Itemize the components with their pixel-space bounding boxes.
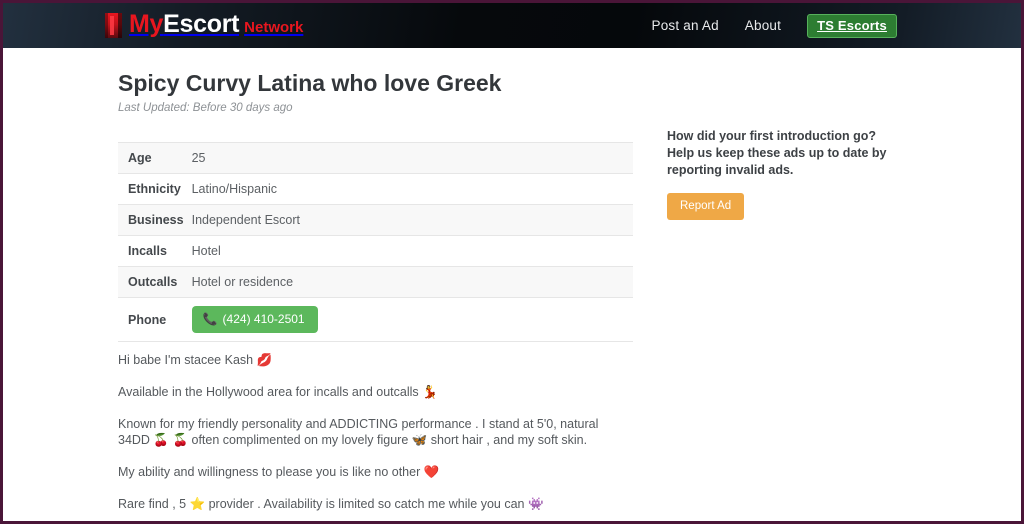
detail-label-incalls: Incalls xyxy=(128,244,167,258)
page-title: Spicy Curvy Latina who love Greek xyxy=(118,70,502,96)
table-row: Ethnicity Latino/Hispanic xyxy=(118,173,633,205)
detail-label-phone: Phone xyxy=(128,312,167,327)
main-nav: Post an Ad About TS Escorts xyxy=(651,13,897,38)
listing-column: Spicy Curvy Latina who love Greek Last U… xyxy=(118,70,633,521)
detail-label-ethnicity: Ethnicity xyxy=(128,182,181,196)
table-row-phone: Phone 📞 (424) 410-2501 xyxy=(118,297,633,342)
detail-value-outcalls: Hotel or residence xyxy=(191,275,294,289)
site-logo[interactable]: MyEscort Network xyxy=(105,3,303,48)
detail-value-business: Independent Escort xyxy=(191,213,301,227)
telephone-icon: 📞 xyxy=(202,312,218,326)
detail-value-age: 25 xyxy=(191,151,206,165)
detail-label-outcalls: Outcalls xyxy=(128,275,178,289)
listing-details-table: Age 25 Ethnicity Latino/Hispanic Busines… xyxy=(118,142,633,342)
description-paragraph: Known for my friendly personality and AD… xyxy=(118,417,599,447)
nav-ts-escorts-button[interactable]: TS Escorts xyxy=(807,13,897,38)
description-paragraph: Available in the Hollywood area for inca… xyxy=(118,385,438,399)
ad-description: Hi babe I'm stacee Kash 💋 Available in t… xyxy=(118,342,633,521)
description-paragraph: My ability and willingness to please you… xyxy=(118,465,440,479)
nav-post-an-ad[interactable]: Post an Ad xyxy=(651,18,718,33)
nav-about[interactable]: About xyxy=(745,18,781,33)
detail-label-business: Business xyxy=(128,213,184,227)
detail-label-age: Age xyxy=(128,151,152,165)
table-row: Outcalls Hotel or residence xyxy=(118,266,633,298)
phone-number-button[interactable]: 📞 (424) 410-2501 xyxy=(191,306,318,333)
last-updated-text: Last Updated: Before 30 days ago xyxy=(118,102,293,114)
phone-number-text: (424) 410-2501 xyxy=(222,312,305,326)
detail-value-phone: 📞 (424) 410-2501 xyxy=(184,298,633,342)
logo-icon xyxy=(105,13,122,38)
table-row: Business Independent Escort xyxy=(118,204,633,236)
site-header: MyEscort Network Post an Ad About TS Esco… xyxy=(3,3,1021,48)
table-row: Age 25 xyxy=(118,142,633,174)
detail-value-ethnicity: Latino/Hispanic xyxy=(191,182,278,196)
description-paragraph: Rare find , 5 ⭐ provider . Availability … xyxy=(118,497,544,511)
brand-wordmark: MyEscort Network xyxy=(129,9,304,40)
content-grid: Spicy Curvy Latina who love Greek Last U… xyxy=(3,70,1021,521)
description-paragraph: Hi babe I'm stacee Kash 💋 xyxy=(118,353,273,367)
brand-escort: Escort xyxy=(163,9,240,38)
table-row: Incalls Hotel xyxy=(118,235,633,267)
brand-network: Network xyxy=(244,18,304,36)
brand-my: My xyxy=(129,9,164,38)
content-area: Spicy Curvy Latina who love Greek Last U… xyxy=(3,48,1021,521)
report-sidebar: How did your first introduction go? Help… xyxy=(667,70,922,220)
page-frame: MyEscort Network Post an Ad About TS Esco… xyxy=(0,0,1024,524)
detail-value-incalls: Hotel xyxy=(191,244,221,258)
report-ad-button[interactable]: Report Ad xyxy=(667,193,745,220)
report-prompt-text: How did your first introduction go? Help… xyxy=(667,129,887,177)
